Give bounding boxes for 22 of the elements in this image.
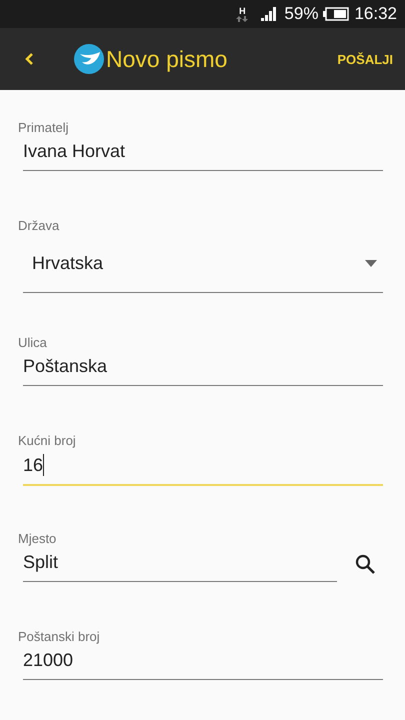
field-label: Država [18, 218, 60, 233]
search-icon[interactable] [355, 554, 375, 574]
field-label: Mjesto [18, 531, 58, 546]
screen-title: Novo pismo [106, 46, 228, 72]
battery-percent: 59% [284, 4, 318, 24]
field-label: Kućni broj [18, 433, 77, 448]
send-button[interactable]: POŠALJI [335, 46, 395, 72]
field-label: Primatelj [18, 120, 70, 135]
battery-icon [323, 7, 350, 21]
input-field[interactable]: Ivana Horvat [23, 135, 383, 171]
field-label: Poštanski broj [18, 629, 101, 644]
input-field[interactable]: 21000 [23, 644, 383, 680]
country-dropdown[interactable]: Hrvatska [23, 233, 383, 293]
data-arrows-icon [236, 16, 248, 22]
clock: 16:32 [354, 4, 397, 24]
dropdown-arrow-icon [365, 260, 377, 267]
input-field[interactable]: Split [23, 546, 337, 582]
input-field[interactable]: 16 [23, 448, 383, 486]
field-label: Ulica [18, 335, 48, 350]
network-type: H [239, 6, 246, 16]
input-field[interactable]: Poštanska [23, 350, 383, 386]
bird-logo-icon [74, 44, 104, 74]
